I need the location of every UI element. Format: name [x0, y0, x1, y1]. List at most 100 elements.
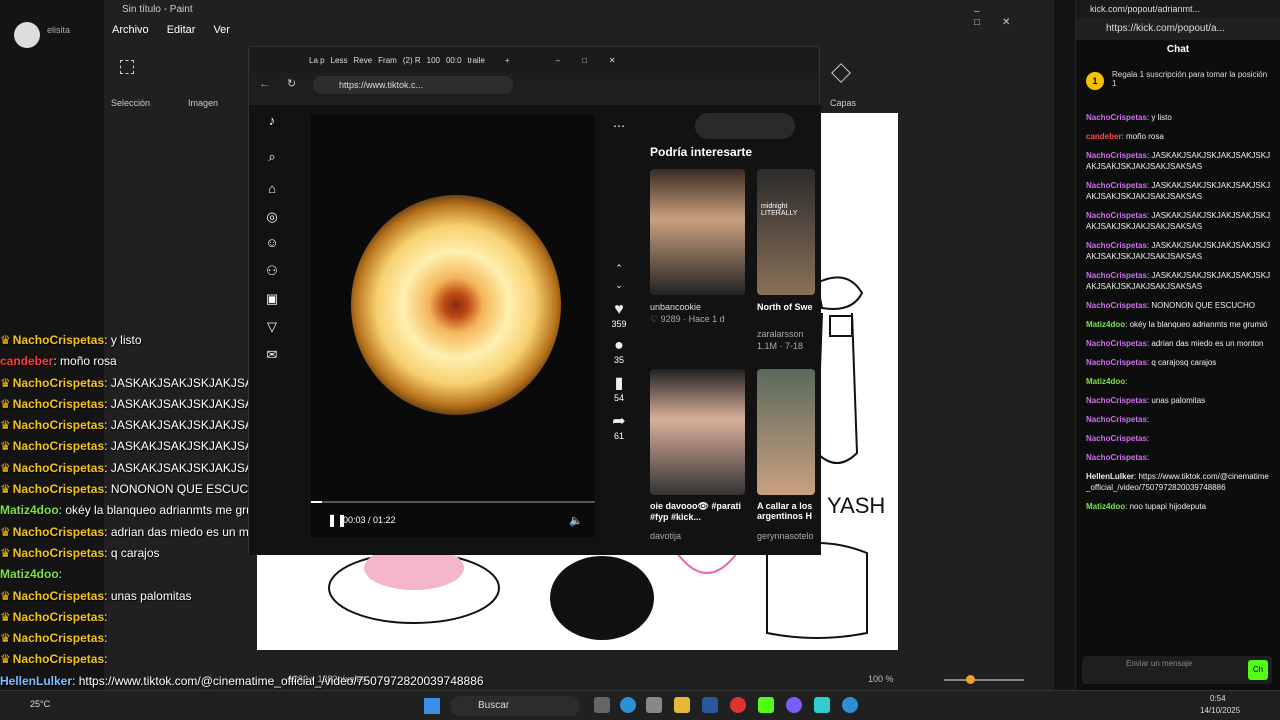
zoom-slider[interactable]: [944, 675, 1024, 684]
suggestion-caption[interactable]: A callar a los argentinos H: [757, 501, 817, 527]
kick-username[interactable]: NachoCrispetas: [1086, 339, 1147, 348]
kick-username[interactable]: NachoCrispetas: [1086, 241, 1147, 250]
weather-temp[interactable]: 25°C: [30, 699, 50, 709]
kick-username[interactable]: NachoCrispetas: [1086, 434, 1147, 443]
suggestion-caption[interactable]: oie davooo👁 #parati #fyp #kick...: [650, 501, 745, 527]
kick-username[interactable]: Matiz4doo: [1086, 502, 1125, 511]
suggestion-thumb[interactable]: [757, 369, 815, 495]
chat-username: NachoCrispetas: [12, 439, 105, 454]
suggestion-thumb[interactable]: [650, 369, 745, 495]
suggestion-user[interactable]: gerynnasotelo: [757, 531, 817, 541]
select-tool-icon[interactable]: [120, 60, 134, 74]
explore-icon[interactable]: ◎: [263, 209, 281, 227]
reload-icon[interactable]: ↻: [287, 77, 296, 90]
windows-start-icon[interactable]: [424, 698, 440, 714]
inbox-icon[interactable]: ✉: [263, 347, 281, 365]
kick-username[interactable]: NachoCrispetas: [1086, 301, 1147, 310]
bookmark-icon[interactable]: ▮: [599, 373, 639, 393]
tab[interactable]: 00:0: [446, 56, 462, 65]
volume-icon[interactable]: 🔈: [569, 514, 583, 527]
suggestion-caption[interactable]: North of Swe: [757, 302, 817, 312]
home-icon[interactable]: ⌂: [263, 181, 281, 199]
send-button[interactable]: Ch: [1248, 660, 1268, 680]
tab[interactable]: 100: [427, 56, 440, 65]
progress-bar[interactable]: [311, 501, 595, 503]
tiktok-logo-icon[interactable]: ♪: [263, 113, 281, 131]
search-icon[interactable]: ⌕: [263, 149, 281, 167]
menu-edit[interactable]: Editar: [167, 24, 196, 36]
chat-username: Matiz4doo: [0, 567, 59, 582]
store-icon[interactable]: [646, 697, 662, 713]
kick-username[interactable]: NachoCrispetas: [1086, 181, 1147, 190]
kick-chat-message: candeber: moño rosa: [1086, 131, 1271, 142]
suggestion-thumb[interactable]: midnight LITERALLY: [757, 169, 815, 295]
tab[interactable]: traile: [468, 56, 485, 65]
suggestion-user[interactable]: unbancookie: [650, 302, 701, 312]
kick-icon[interactable]: [758, 697, 774, 713]
clock-time[interactable]: 0:54: [1210, 694, 1226, 703]
zoom-level[interactable]: 100 %: [868, 674, 894, 684]
suggestion-user[interactable]: zaralarsson: [757, 329, 817, 339]
clock-date[interactable]: 14/10/2025: [1200, 706, 1240, 715]
chat-username: NachoCrispetas: [12, 375, 105, 390]
new-tab-icon[interactable]: +: [505, 56, 510, 65]
video-player[interactable]: ❚❚ 00:03 / 01:22 🔈: [311, 115, 595, 537]
tab[interactable]: Reve: [353, 56, 372, 65]
kick-username[interactable]: Matiz4doo: [1086, 320, 1125, 329]
like-icon[interactable]: ♥: [599, 301, 639, 319]
kick-username[interactable]: NachoCrispetas: [1086, 113, 1147, 122]
sub-gift-banner[interactable]: 1 Regala 1 suscripción para tomar la pos…: [1082, 64, 1274, 100]
suggestion-thumb[interactable]: [650, 169, 745, 295]
live-icon[interactable]: ▣: [263, 291, 281, 309]
more-options-icon[interactable]: ⋯: [599, 119, 639, 133]
window-controls[interactable]: –□✕: [974, 6, 1054, 28]
layers-icon[interactable]: [831, 63, 851, 83]
following-icon[interactable]: ☺: [263, 235, 281, 253]
kick-message-text: unas palomitas: [1151, 396, 1206, 405]
kick-username[interactable]: NachoCrispetas: [1086, 453, 1147, 462]
chrome-icon[interactable]: [730, 697, 746, 713]
edge-icon[interactable]: [620, 697, 636, 713]
kick-username[interactable]: NachoCrispetas: [1086, 396, 1147, 405]
browser-window-controls[interactable]: –□✕: [556, 56, 638, 65]
action-bar: ⋯ ⌃ ⌄ ♥ 359 ● 35 ▮ 54 ➦ 61: [599, 105, 639, 441]
discord-icon[interactable]: [786, 697, 802, 713]
word-icon[interactable]: [702, 697, 718, 713]
chevron-up-icon[interactable]: ⌃: [599, 263, 639, 274]
top-actions-pill[interactable]: [695, 113, 795, 139]
tab[interactable]: Fram: [378, 56, 397, 65]
kick-username[interactable]: NachoCrispetas: [1086, 211, 1147, 220]
chat-message: https://www.tiktok.com/@cinematime_offic…: [78, 673, 484, 688]
menu-file[interactable]: Archivo: [112, 24, 149, 36]
tab[interactable]: La p: [309, 56, 325, 65]
chat-username: NachoCrispetas: [12, 609, 105, 624]
share-icon[interactable]: ➦: [599, 411, 639, 431]
chevron-down-icon[interactable]: ⌄: [599, 280, 639, 291]
tab[interactable]: Less: [331, 56, 348, 65]
chat-username: NachoCrispetas: [12, 631, 105, 646]
kick-username[interactable]: NachoCrispetas: [1086, 151, 1147, 160]
taskbar-search[interactable]: Buscar: [450, 696, 580, 716]
app-icon[interactable]: [814, 697, 830, 713]
suggestion-user[interactable]: davotija: [650, 531, 681, 541]
kick-username[interactable]: candeber: [1086, 132, 1122, 141]
back-icon[interactable]: ←: [259, 78, 270, 90]
task-view-icon[interactable]: [594, 697, 610, 713]
kick-address-bar[interactable]: https://kick.com/popout/a...: [1076, 18, 1280, 40]
chat-username: NachoCrispetas: [12, 460, 105, 475]
menu-view[interactable]: Ver: [213, 24, 230, 36]
kick-username[interactable]: NachoCrispetas: [1086, 271, 1147, 280]
messages-icon[interactable]: ▽: [263, 319, 281, 337]
comment-icon[interactable]: ●: [599, 337, 639, 355]
address-bar[interactable]: https://www.tiktok.c...: [313, 76, 513, 94]
kick-username[interactable]: NachoCrispetas: [1086, 415, 1147, 424]
tab[interactable]: (2) R: [403, 56, 421, 65]
kick-username[interactable]: Matiz4doo: [1086, 377, 1125, 386]
kick-username[interactable]: NachoCrispetas: [1086, 358, 1147, 367]
edge-icon[interactable]: [842, 697, 858, 713]
chat-input[interactable]: Enviar un mensaje Ch: [1082, 656, 1272, 684]
friends-icon[interactable]: ⚇: [263, 263, 281, 281]
chat-message: q carajos: [110, 545, 160, 560]
explorer-icon[interactable]: [674, 697, 690, 713]
kick-username[interactable]: HellenLulker: [1086, 472, 1134, 481]
